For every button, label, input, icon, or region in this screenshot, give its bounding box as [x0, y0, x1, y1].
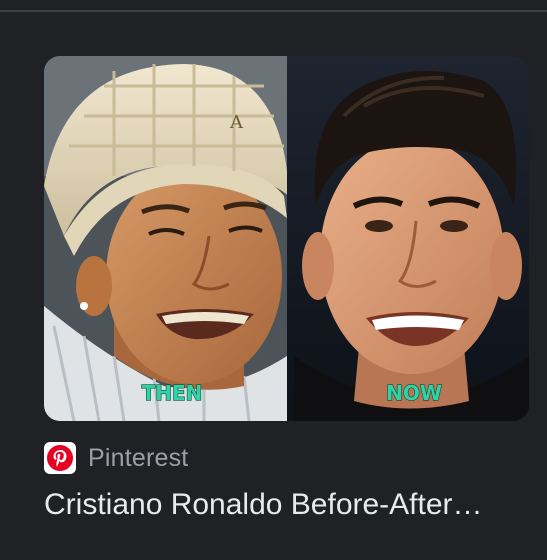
now-photo: NOW — [287, 56, 529, 421]
result-title[interactable]: Cristiano Ronaldo Before-After… — [44, 485, 514, 525]
then-caption: THEN — [142, 381, 203, 405]
image-result-card[interactable]: A THEN NOW Pinterest Cristiano Ronaldo B… — [0, 12, 547, 560]
source-row[interactable]: Pinterest — [44, 442, 188, 474]
then-now-photo: A THEN NOW — [44, 56, 529, 421]
now-caption: NOW — [386, 381, 442, 405]
svg-text:A: A — [229, 112, 244, 133]
pinterest-logo-icon — [44, 442, 76, 474]
then-photo: A THEN — [44, 56, 289, 421]
source-name: Pinterest — [88, 444, 189, 472]
result-thumbnail[interactable]: A THEN NOW — [44, 56, 529, 421]
